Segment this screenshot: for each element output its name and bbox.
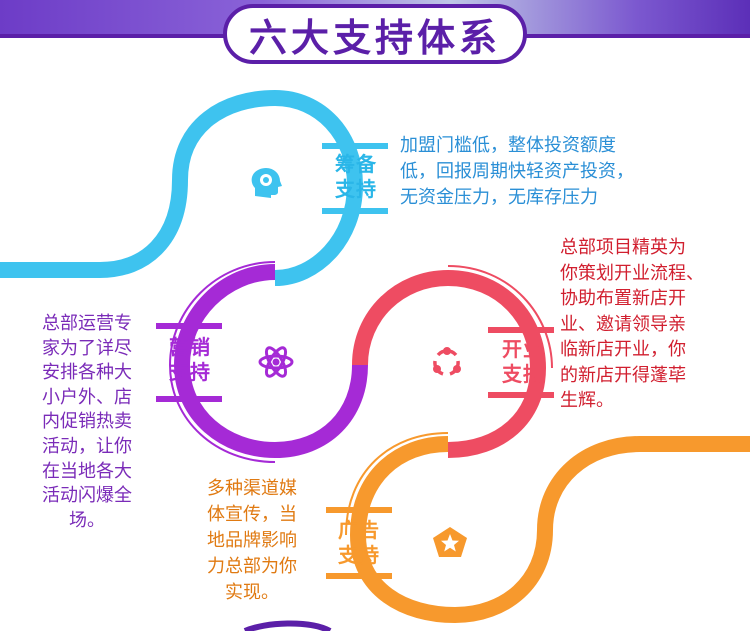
label-bar-opening-top: [488, 327, 554, 333]
ribbon-blue: [0, 89, 364, 286]
star-badge-icon: [430, 524, 470, 560]
label-bar-prepare-top: [322, 143, 388, 149]
desc-operation-line: 家为了详尽: [42, 337, 132, 359]
six-support-system-section: 六大支持体系 筹备 支持 营销 支持 开业 支持 广告 支持 加盟门槛低，整体投…: [0, 0, 750, 631]
desc-advert-line: 力总部为你: [207, 556, 297, 577]
desc-opening: 总部项目精英为 你策划开业流程、 协助布置新店开 业、邀请领导亲 临新店开业，你…: [560, 235, 740, 414]
desc-opening-line: 你策划开业流程、: [560, 262, 704, 284]
label-operation-line1: 营销: [169, 335, 211, 359]
desc-prepare-line: 低，回报周期快轻资产投资，: [400, 161, 634, 182]
desc-operation-line: 场。: [69, 509, 105, 531]
label-bar-advert-bottom: [326, 573, 392, 579]
desc-prepare: 加盟门槛低，整体投资额度 低，回报周期快轻资产投资， 无资金压力，无库存压力: [400, 133, 700, 211]
desc-advert-line: 地品牌影响: [207, 530, 297, 551]
label-advert: 广告 支持: [330, 518, 388, 568]
desc-operation: 总部运营专 家为了详尽 安排各种大 小户外、店 内促销热卖 活动，让你 在当地各…: [28, 312, 146, 533]
label-prepare-line1: 筹备: [335, 152, 377, 176]
desc-operation-line: 总部运营专: [42, 313, 132, 334]
ribbon-orange: [349, 436, 750, 624]
label-prepare: 筹备 支持: [327, 152, 385, 202]
label-bar-operation-top: [156, 323, 222, 329]
desc-opening-line: 临新店开业，你: [560, 339, 686, 360]
label-bar-opening-bottom: [488, 392, 554, 398]
label-bar-advert-top: [326, 507, 392, 513]
desc-operation-line: 内促销热卖: [42, 411, 132, 433]
desc-operation-line: 小户外、店: [42, 386, 132, 408]
label-operation-line2: 支持: [169, 360, 211, 384]
label-advert-line2: 支持: [338, 543, 380, 567]
desc-prepare-line: 加盟门槛低，整体投资额度: [400, 135, 616, 156]
desc-opening-line: 的新店开得蓬荜: [560, 364, 686, 386]
label-prepare-line2: 支持: [335, 177, 377, 201]
atom-icon: [256, 342, 296, 382]
desc-advert-line: 实现。: [225, 582, 279, 603]
desc-operation-line: 活动闪爆全: [42, 485, 132, 507]
desc-opening-line: 协助布置新店开: [560, 288, 686, 309]
label-operation: 营销 支持: [160, 335, 220, 385]
ribbon-next: [243, 620, 332, 631]
label-advert-line1: 广告: [338, 518, 380, 542]
desc-operation-line: 安排各种大: [42, 362, 132, 384]
desc-prepare-line: 无资金压力，无库存压力: [400, 187, 598, 208]
label-bar-prepare-bottom: [322, 208, 388, 214]
label-opening: 开业 支持: [494, 337, 552, 387]
label-bar-operation-bottom: [156, 396, 222, 402]
head-idea-icon: [248, 165, 284, 201]
desc-advert-line: 多种渠道媒: [207, 478, 297, 499]
desc-advert-line: 体宣传，当: [207, 504, 297, 525]
share-cycle-icon: [427, 342, 467, 382]
desc-opening-line: 生辉。: [560, 390, 614, 411]
desc-opening-line: 总部项目精英为: [560, 237, 686, 258]
desc-operation-line: 活动，让你: [42, 435, 132, 457]
label-opening-line1: 开业: [502, 337, 544, 361]
desc-opening-line: 业、邀请领导亲: [560, 313, 686, 335]
label-opening-line2: 支持: [502, 362, 544, 386]
desc-advert: 多种渠道媒 体宣传，当 地品牌影响 力总部为你 实现。: [192, 476, 312, 606]
desc-operation-line: 在当地各大: [42, 460, 132, 482]
